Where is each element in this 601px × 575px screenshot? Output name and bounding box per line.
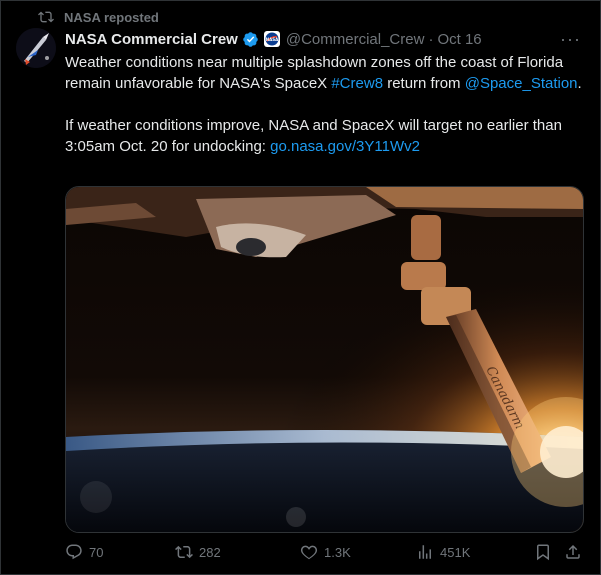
like-count: 1.3K [324,544,351,560]
tweet-text: Weather conditions near multiple splashd… [65,52,585,157]
tweet-text-segment: return from [383,75,465,92]
avatar[interactable] [16,28,56,68]
verified-badge-icon[interactable] [242,31,259,48]
tweet-paragraph-1: Weather conditions near multiple splashd… [65,52,585,94]
share-button[interactable] [564,543,582,561]
separator-dot: · [428,30,434,48]
reply-button[interactable]: 70 [65,543,103,561]
repost-icon [38,11,54,23]
iss-robotic-arm-sunrise-photo: Canadarm [66,187,583,532]
bookmark-button[interactable] [534,543,552,561]
author-name[interactable]: NASA Commercial Crew [65,31,238,48]
share-icon [566,544,580,559]
repost-icon [175,545,193,559]
heart-icon [300,545,318,560]
tweet-text-segment: . [577,75,582,92]
commercial-crew-logo [16,28,56,68]
repost-button[interactable]: 282 [175,543,221,561]
views-button[interactable]: 451K [416,543,470,561]
svg-text:NASA: NASA [266,37,279,42]
tweet-header: NASA Commercial Crew NASA @Commercial_Cr… [65,29,581,49]
repost-count: 282 [199,544,221,560]
repost-indicator: NASA reposted [38,8,159,26]
tweet-date[interactable]: Oct 16 [437,31,481,48]
mention-link[interactable]: @Space_Station [465,75,578,92]
author-handle[interactable]: @Commercial_Crew [286,31,425,48]
bookmark-icon [537,544,549,561]
reply-count: 70 [89,544,104,560]
nasa-meatball-icon[interactable]: NASA [263,31,280,47]
tweet-media-photo[interactable]: Canadarm [65,186,584,533]
tweet-actions: 70 282 1.3K 451K [65,541,585,565]
view-count: 451K [440,544,471,560]
more-options-icon[interactable]: ··· [560,30,581,48]
hashtag-link[interactable]: #Crew8 [331,75,383,92]
url-link[interactable]: go.nasa.gov/3Y11Wv2 [270,138,420,155]
repost-label: NASA reposted [64,9,159,25]
like-button[interactable]: 1.3K [300,543,351,561]
tweet-paragraph-2: If weather conditions improve, NASA and … [65,115,585,157]
reply-icon [66,544,82,560]
views-chart-icon [419,545,431,559]
